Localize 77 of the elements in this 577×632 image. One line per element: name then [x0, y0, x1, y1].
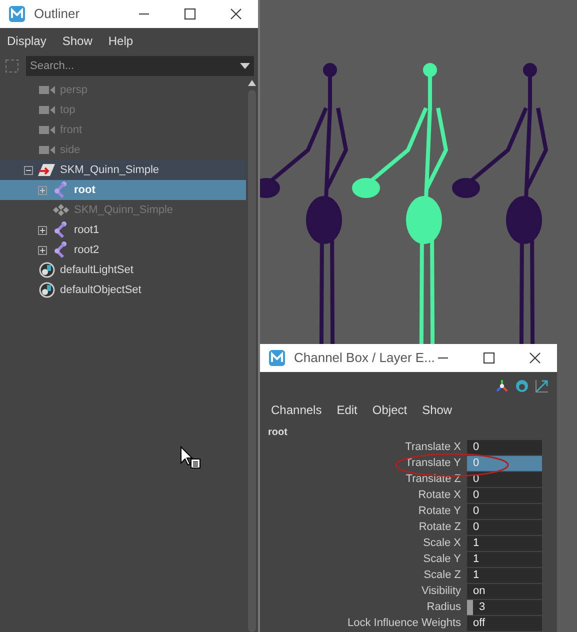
channel-value: 3	[478, 600, 486, 616]
channel-value-field[interactable]: 0	[467, 504, 542, 519]
channel-label[interactable]: Scale Y	[260, 551, 467, 568]
camera-icon	[39, 145, 55, 155]
channel-label[interactable]: Rotate Z	[260, 519, 467, 536]
channel-label[interactable]: Scale X	[260, 535, 467, 552]
channel-label[interactable]: Radius	[260, 599, 467, 616]
outliner-item[interactable]: defaultObjectSet	[0, 280, 246, 300]
menu-item[interactable]: Show	[422, 401, 452, 419]
channel-value: off	[472, 616, 486, 632]
channel-value: on	[472, 584, 486, 600]
collapse-icon[interactable]	[24, 166, 32, 174]
channel-value-field[interactable]: 0	[467, 520, 542, 535]
channel-label[interactable]: Rotate Y	[260, 503, 467, 520]
camera-icon	[39, 105, 55, 115]
maximize-icon[interactable]	[483, 352, 495, 364]
set-icon	[39, 262, 55, 278]
outliner-item[interactable]: root2	[0, 240, 246, 260]
set-icon	[39, 282, 55, 298]
window-title: Channel Box / Layer E...	[294, 349, 436, 368]
channel-label[interactable]: Visibility	[260, 583, 467, 600]
channel-value-field[interactable]: 1	[467, 552, 542, 567]
channel-label[interactable]: Translate X	[260, 439, 467, 456]
channel-label[interactable]: Lock Influence Weights	[260, 615, 467, 632]
channel-label[interactable]: Translate Y	[260, 455, 467, 472]
rotate-icon[interactable]	[515, 379, 529, 393]
outliner-item[interactable]: root1	[0, 220, 246, 240]
channel-value-field[interactable]: 1	[467, 536, 542, 551]
expand-icon[interactable]	[38, 226, 46, 234]
channel-value: 1	[472, 552, 480, 568]
close-icon[interactable]	[529, 352, 541, 364]
slider-marker	[467, 600, 473, 615]
camera-icon	[39, 85, 55, 95]
outliner-item[interactable]: root	[0, 180, 246, 200]
channel-value-field[interactable]: on	[467, 584, 542, 599]
outliner-item[interactable]: SKM_Quinn_Simple	[0, 160, 246, 180]
channel-value-field[interactable]: 1	[467, 568, 542, 583]
outliner-item[interactable]: defaultLightSet	[0, 260, 246, 280]
close-icon[interactable]	[230, 8, 242, 20]
node-name: root	[267, 426, 288, 439]
joint-icon	[54, 241, 68, 259]
menu-item[interactable]: Channels	[271, 401, 322, 419]
joint-icon	[54, 181, 68, 199]
dropdown-caret-icon[interactable]	[240, 63, 250, 69]
channel-label[interactable]: Scale Z	[260, 567, 467, 584]
channel-value-field[interactable]: off	[467, 616, 542, 631]
channel-value-field[interactable]: 0	[467, 488, 542, 503]
channel-label[interactable]: Rotate X	[260, 487, 467, 504]
menu-item[interactable]: Object	[372, 401, 408, 419]
menu-item[interactable]: Edit	[336, 401, 358, 419]
channel-value-field[interactable]: 0	[467, 440, 542, 455]
camera-icon	[39, 125, 55, 135]
channel-value: 0	[472, 488, 480, 504]
transform-icon	[38, 163, 56, 177]
menu-item[interactable]: Show	[62, 32, 92, 50]
menu-item[interactable]: Help	[108, 32, 134, 50]
scroll-up-icon[interactable]	[248, 80, 256, 86]
maximize-icon[interactable]	[184, 8, 196, 20]
menu-item[interactable]: Display	[7, 32, 46, 50]
axis-icon[interactable]	[495, 379, 509, 393]
mouse-cursor-icon	[180, 446, 202, 470]
search-field[interactable]: Search...	[26, 56, 254, 76]
channel-value: 1	[472, 536, 480, 552]
window-title: Outliner	[34, 5, 81, 24]
joint-icon	[54, 221, 68, 239]
expand-icon[interactable]	[38, 246, 46, 254]
channel-value: 0	[472, 440, 480, 456]
mesh-icon	[53, 204, 69, 216]
channel-value-field[interactable]: 3	[467, 600, 542, 615]
scrollbar[interactable]	[246, 80, 258, 632]
channel-value: 1	[472, 568, 480, 584]
app-logo-icon	[268, 349, 286, 367]
channel-value: 0	[472, 504, 480, 520]
app-logo-icon	[8, 5, 26, 23]
channel-value: 0	[472, 456, 480, 472]
expand-arrow-icon[interactable]	[535, 379, 549, 393]
channel-value: 0	[472, 520, 480, 536]
